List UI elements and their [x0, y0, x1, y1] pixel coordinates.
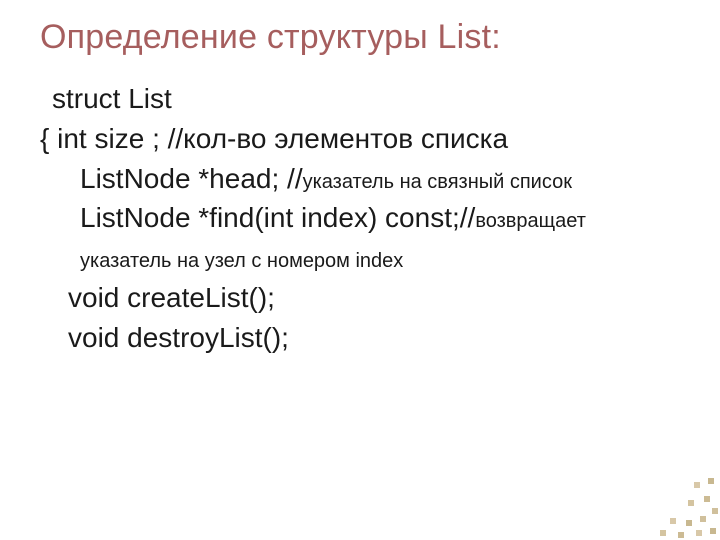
- comment-text: указатель на связный список: [303, 171, 572, 193]
- code-text: int size ; //кол-во элементов списка: [57, 123, 508, 154]
- code-text: ListNode *find(int index) const;//: [80, 202, 475, 233]
- code-line-destroy: void destroyList();: [40, 318, 680, 358]
- brace-open: {: [40, 123, 49, 154]
- code-line-struct: struct List: [40, 79, 680, 119]
- slide-title: Определение структуры List:: [40, 18, 680, 57]
- code-text: ListNode *head; //: [80, 163, 303, 194]
- code-line-find: ListNode *find(int index) const;//возвра…: [40, 198, 680, 278]
- slide: Определение структуры List: struct List …: [0, 0, 720, 540]
- code-line-brace-size: { int size ; //кол-во элементов списка: [40, 119, 680, 159]
- code-line-create: void createList();: [40, 278, 680, 318]
- slide-body: struct List { int size ; //кол-во элемен…: [40, 79, 680, 357]
- code-line-head: ListNode *head; //указатель на связный с…: [40, 159, 680, 199]
- corner-decoration: [650, 470, 720, 540]
